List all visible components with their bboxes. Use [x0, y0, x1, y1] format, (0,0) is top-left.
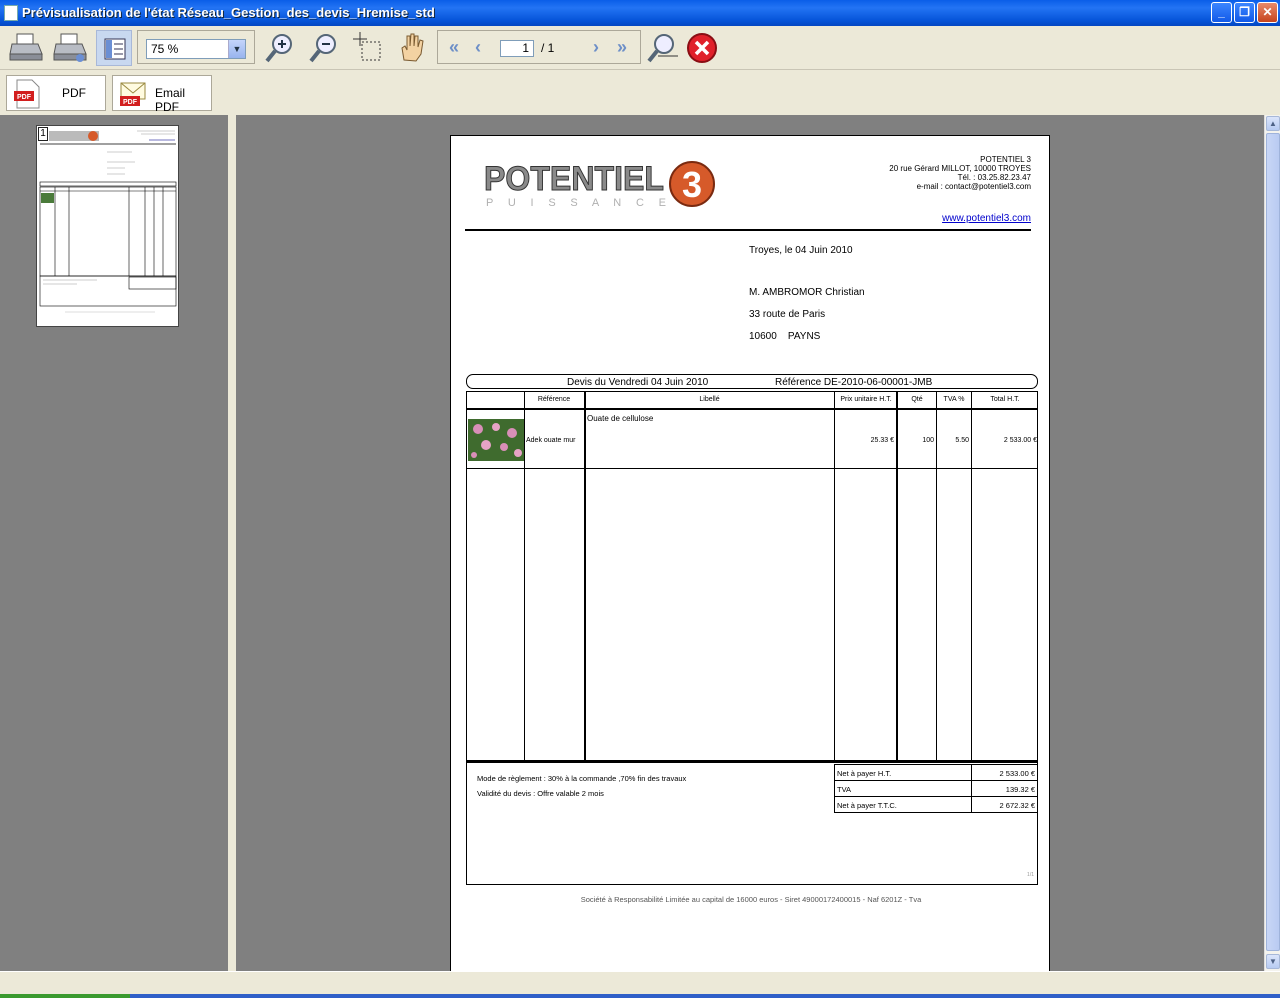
pdf-label: PDF: [62, 86, 86, 100]
zoom-out-icon: [309, 34, 336, 63]
scroll-up-icon[interactable]: ▲: [1266, 116, 1280, 131]
line-vat: 5.50: [955, 437, 969, 444]
select-area-icon: [353, 32, 381, 61]
line-label: Ouate de cellulose: [587, 414, 654, 423]
quote-footer: Mode de règlement : 30% à la commande ,7…: [466, 761, 1038, 885]
close-icon: [687, 33, 717, 63]
page-number-input[interactable]: 1: [500, 40, 534, 57]
previous-page-button[interactable]: ‹: [468, 38, 488, 57]
print-button[interactable]: [8, 30, 44, 66]
company-address: 20 rue Gérard MILLOT, 10000 TROYES: [889, 164, 1031, 173]
page-marker: 1/1: [1027, 872, 1034, 878]
email-pdf-label: Email PDF: [155, 86, 186, 114]
zoom-out-button[interactable]: [306, 30, 342, 66]
company-email: e-mail : contact@potentiel3.com: [916, 182, 1031, 191]
zoom-value: 75 %: [151, 42, 179, 56]
app-icon: [4, 5, 18, 21]
col-total: Total H.T.: [990, 396, 1020, 403]
panel-icon: [104, 38, 126, 60]
col-vat: TVA %: [943, 396, 965, 403]
page-thumbnail[interactable]: 1: [36, 125, 179, 327]
window-title: Prévisualisation de l'état Réseau_Gestio…: [22, 5, 435, 20]
page-total: / 1: [541, 41, 555, 55]
client-name: M. AMBROMOR Christian: [749, 287, 865, 298]
svg-text:PDF: PDF: [123, 99, 138, 106]
col-qty: Qté: [911, 396, 923, 403]
client-city: 10600 PAYNS: [749, 331, 821, 342]
col-label: Libellé: [699, 396, 720, 403]
company-phone: Tél. : 03.25.82.23.47: [957, 173, 1031, 182]
title-bar: Prévisualisation de l'état Réseau_Gestio…: [0, 0, 1280, 26]
company-logo: POTENTIEL 3 P U I S S A N C E: [484, 160, 715, 209]
restore-button[interactable]: ❐: [1234, 2, 1255, 23]
thumbnail-preview: [39, 130, 177, 313]
zoom-group: 75 % ▼: [137, 30, 255, 64]
quote-reference: Référence DE-2010-06-00001-JMB: [775, 377, 933, 388]
line-total: 2 533.00 €: [1003, 437, 1037, 444]
close-preview-button[interactable]: [684, 30, 720, 66]
email-pdf-icon: PDF: [120, 82, 146, 106]
pan-button[interactable]: [394, 30, 430, 66]
start-button[interactable]: [0, 994, 130, 998]
company-name: POTENTIEL 3: [980, 155, 1031, 164]
minimize-button[interactable]: _: [1211, 2, 1232, 23]
company-block: POTENTIEL 3 20 rue Gérard MILLOT, 10000 …: [889, 155, 1031, 191]
search-button[interactable]: [644, 30, 680, 66]
col-reference: Référence: [537, 396, 571, 403]
thumbnail-pane: 1: [0, 115, 232, 971]
total-ttc-row: Net à payer T.T.C. 2 672.32 €: [837, 801, 1035, 810]
printer-icon: [9, 33, 43, 61]
quote-table: Référence Libellé Prix unitaire H.T. Qté…: [466, 391, 1038, 761]
select-area-button[interactable]: [350, 30, 386, 66]
print-setup-button[interactable]: [52, 30, 88, 66]
quote-caption: Devis du Vendredi 04 Juin 2010 Référence…: [466, 374, 1038, 389]
product-photo: [468, 419, 524, 461]
col-unit-price: Prix unitaire H.T.: [840, 396, 892, 403]
total-ht-row: Net à payer H.T. 2 533.00 €: [835, 765, 1037, 781]
logo-text: POTENTIEL: [484, 160, 664, 198]
hand-icon: [401, 33, 424, 62]
printer-settings-icon: [53, 33, 87, 62]
svg-text:PDF: PDF: [17, 94, 32, 101]
scroll-thumb[interactable]: [1266, 133, 1280, 951]
quote-title: Devis du Vendredi 04 Juin 2010: [567, 377, 709, 388]
close-window-button[interactable]: ✕: [1257, 2, 1278, 23]
validity-terms: Validité du devis : Offre valable 2 mois: [477, 789, 604, 798]
pdf-icon: PDF: [14, 79, 40, 109]
zoom-in-button[interactable]: [262, 30, 298, 66]
thumbnails-toggle-button[interactable]: [96, 30, 132, 66]
date-line: Troyes, le 04 Juin 2010: [749, 245, 853, 256]
vertical-scrollbar[interactable]: ▲ ▼: [1264, 115, 1280, 971]
page-navigation: « ‹ 1 / 1 › »: [437, 30, 641, 64]
taskbar-strip: [0, 994, 1280, 998]
client-street: 33 route de Paris: [749, 309, 826, 320]
email-pdf-button[interactable]: PDF Email PDF: [112, 75, 212, 114]
search-icon: [647, 34, 678, 63]
first-page-button[interactable]: «: [444, 38, 464, 57]
payment-terms: Mode de règlement : 30% à la commande ,7…: [477, 774, 687, 783]
export-toolbar: PDF PDF PDF Email PDF: [0, 71, 1280, 115]
line-reference: Adek ouate mur: [526, 437, 576, 444]
legal-footer: Société à Responsabilité Limitée au capi…: [580, 895, 922, 904]
company-website-link[interactable]: www.potentiel3.com: [942, 213, 1031, 224]
line-unit-price: 25.33 €: [870, 437, 894, 444]
totals-block: Net à payer H.T. 2 533.00 € TVA 139.32 €…: [834, 764, 1038, 813]
header-divider: [465, 229, 1031, 231]
total-vat-row: TVA 139.32 €: [835, 781, 1037, 797]
document-page: POTENTIEL 3 P U I S S A N C E POTENTIEL …: [450, 135, 1050, 971]
zoom-select[interactable]: 75 % ▼: [146, 39, 246, 59]
chevron-down-icon[interactable]: ▼: [228, 40, 245, 58]
next-page-button[interactable]: ›: [586, 38, 606, 57]
line-qty: 100: [922, 437, 934, 444]
row-divider: [467, 468, 1037, 469]
logo-number: 3: [682, 164, 702, 205]
logo-subtitle: P U I S S A N C E: [486, 197, 666, 209]
export-pdf-button[interactable]: PDF PDF: [6, 75, 106, 111]
scroll-down-icon[interactable]: ▼: [1266, 954, 1280, 969]
main-toolbar: 75 % ▼ « ‹ 1 / 1 › »: [0, 26, 1280, 70]
zoom-in-icon: [265, 34, 292, 63]
last-page-button[interactable]: »: [612, 38, 632, 57]
